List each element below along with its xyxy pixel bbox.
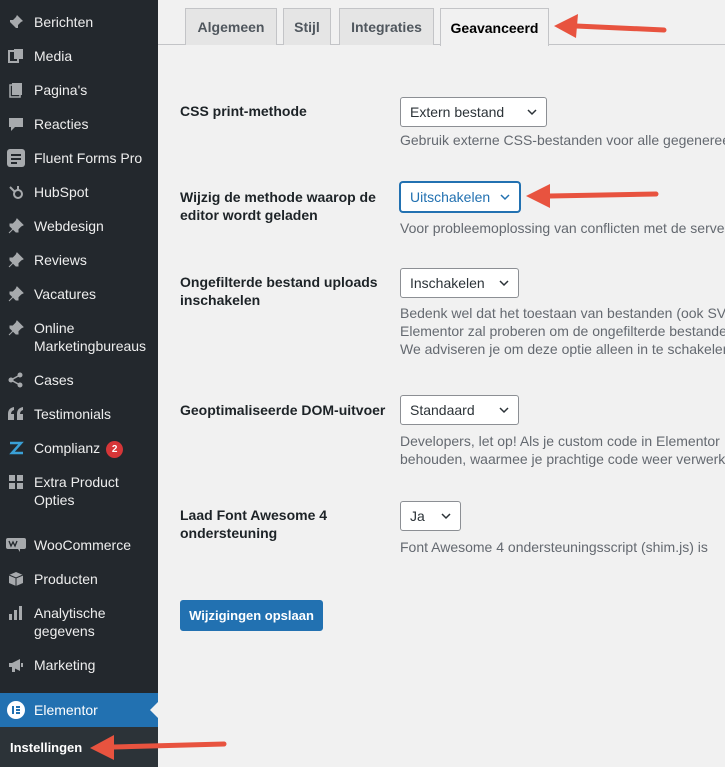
- css-print-method-select[interactable]: Extern bestand: [400, 97, 547, 127]
- sidebar-item-label: Analytische gegevens: [34, 605, 106, 639]
- forms-icon: [6, 149, 26, 167]
- sidebar-item-label: WooCommerce: [34, 537, 131, 553]
- sidebar-item-label: Elementor: [34, 702, 98, 718]
- sidebar-item-label: Reviews: [34, 252, 87, 268]
- sidebar-item-label: Pagina's: [34, 82, 88, 98]
- font-awesome-select[interactable]: Ja: [400, 501, 461, 531]
- pin-icon: [6, 251, 26, 269]
- sidebar-item-label: Webdesign: [34, 218, 104, 234]
- share-icon: [6, 371, 26, 389]
- desc-line: behouden, waarmee je prachtige code weer…: [400, 451, 725, 467]
- desc-line: Bedenk wel dat het toestaan van bestande…: [400, 305, 725, 321]
- media-icon: [6, 47, 26, 65]
- select-value: Inschakelen: [410, 275, 485, 291]
- elementor-icon: [6, 701, 26, 719]
- sidebar-item-label: Complianz: [34, 440, 101, 456]
- desc-line: Developers, let op! Als je custom code i…: [400, 433, 720, 449]
- pin-icon: [6, 285, 26, 303]
- sidebar-item-label: Berichten: [34, 14, 94, 30]
- sidebar-item-label: Testimonials: [34, 406, 112, 422]
- sidebar-item-label: Cases: [34, 372, 74, 388]
- select-value: Ja: [410, 508, 425, 524]
- tab-integraties[interactable]: Integraties: [339, 8, 434, 45]
- chevron-down-icon: [441, 513, 451, 520]
- setting-label-font-awesome: Laad Font Awesome 4 ondersteuning: [180, 507, 328, 541]
- admin-sidebar: Berichten Media Pagina's Reacties Fluent…: [0, 0, 158, 767]
- sidebar-item-label: Reacties: [34, 116, 89, 132]
- annotation-arrow-settings: [90, 735, 227, 760]
- active-indicator: [150, 702, 158, 718]
- pin-icon: [6, 217, 26, 235]
- woocommerce-icon: [6, 536, 26, 554]
- unfiltered-uploads-select[interactable]: Inschakelen: [400, 268, 519, 298]
- sidebar-item-label: Extra Product Opties: [34, 474, 119, 508]
- sidebar-item-label: Producten: [34, 571, 98, 587]
- quote-icon: [6, 405, 26, 423]
- chevron-down-icon: [499, 280, 509, 287]
- editor-loader-select[interactable]: Uitschakelen: [400, 182, 520, 212]
- sidebar-item-label: Media: [34, 48, 73, 64]
- dom-output-select[interactable]: Standaard: [400, 395, 519, 425]
- chevron-down-icon: [527, 109, 537, 116]
- desc-line: Gebruik externe CSS-bestanden voor alle …: [400, 132, 725, 148]
- box-icon: [6, 570, 26, 588]
- notification-badge: 2: [106, 441, 124, 458]
- grid-icon: [6, 473, 26, 491]
- submenu-item-instellingen[interactable]: Instellingen: [10, 740, 82, 755]
- select-value: Standaard: [410, 402, 475, 418]
- setting-description: Gebruik externe CSS-bestanden voor alle …: [400, 131, 725, 149]
- comments-icon: [6, 115, 26, 133]
- save-changes-button[interactable]: Wijzigingen opslaan: [180, 600, 323, 631]
- select-value: Uitschakelen: [410, 189, 491, 205]
- setting-label-unfiltered-uploads: Ongefilterde bestand uploads inschakelen: [180, 274, 378, 308]
- annotation-arrow-select: [526, 184, 659, 208]
- sidebar-item-label: HubSpot: [34, 184, 89, 200]
- megaphone-icon: [6, 656, 26, 674]
- pin-icon: [6, 319, 26, 337]
- setting-description: Font Awesome 4 ondersteuningsscript (shi…: [400, 538, 725, 556]
- chart-icon: [6, 604, 26, 622]
- sidebar-item-label: Marketing: [34, 657, 96, 673]
- desc-line: Font Awesome 4 ondersteuningsscript (shi…: [400, 539, 708, 555]
- setting-label-editor-loader: Wijzig de methode waarop de editor wordt…: [180, 189, 376, 223]
- tab-geavanceerd[interactable]: Geavanceerd: [440, 8, 549, 46]
- tab-algemeen[interactable]: Algemeen: [185, 8, 277, 45]
- sidebar-item-elementor[interactable]: Elementor: [0, 693, 158, 727]
- chevron-down-icon: [500, 194, 510, 201]
- desc-line: Voor probleemoplossing van conflicten me…: [400, 220, 725, 236]
- setting-description: Developers, let op! Als je custom code i…: [400, 432, 725, 468]
- sidebar-item-label-wrap: Complianz 2: [34, 439, 154, 458]
- setting-label-css-print: CSS print-methode: [180, 103, 307, 119]
- setting-description: Bedenk wel dat het toestaan van bestande…: [400, 304, 725, 358]
- pin-icon: [6, 13, 26, 31]
- sidebar-item-label: Online Marketingbureaus: [34, 320, 147, 354]
- desc-line: We adviseren je om deze optie alleen in …: [400, 341, 725, 357]
- desc-line: Elementor zal proberen om de ongefilterd…: [400, 323, 725, 339]
- tab-stijl[interactable]: Stijl: [283, 8, 331, 45]
- chevron-down-icon: [499, 407, 509, 414]
- select-value: Extern bestand: [410, 104, 505, 120]
- hubspot-icon: [6, 183, 26, 201]
- setting-description: Voor probleemoplossing van conflicten me…: [400, 219, 725, 237]
- annotation-arrow-tab: [554, 14, 667, 38]
- complianz-icon: [6, 439, 26, 457]
- pages-icon: [6, 81, 26, 99]
- sidebar-item-label: Vacatures: [34, 286, 96, 302]
- sidebar-item-label: Fluent Forms Pro: [34, 150, 143, 166]
- setting-label-dom-output: Geoptimaliseerde DOM-uitvoer: [180, 402, 386, 418]
